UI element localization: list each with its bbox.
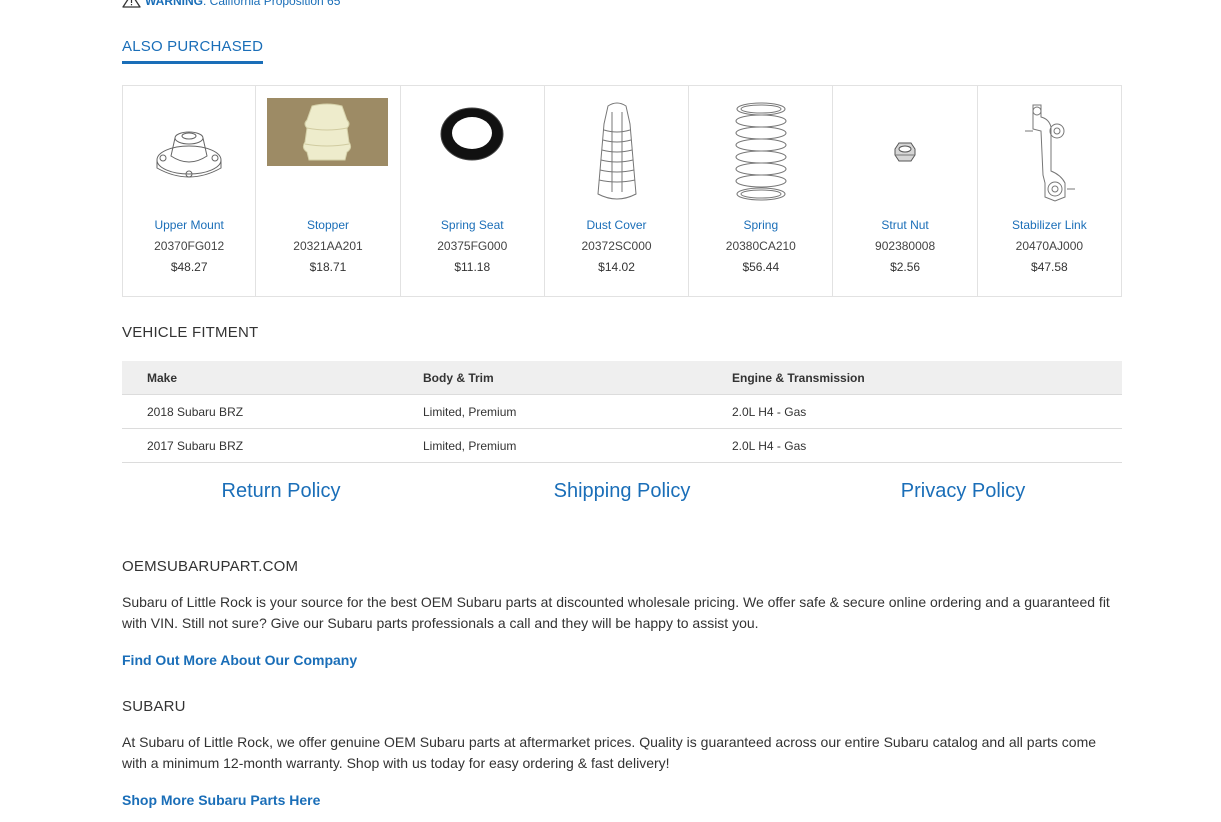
column-header-body-trim: Body & Trim xyxy=(423,361,732,395)
product-price: $56.44 xyxy=(742,260,780,274)
product-price: $48.27 xyxy=(170,260,208,274)
product-price: $47.58 xyxy=(1031,260,1068,274)
fitment-table: Make Body & Trim Engine & Transmission 2… xyxy=(122,361,1122,463)
warning-text[interactable]: : California Proposition 65 xyxy=(203,0,340,8)
about-text: Subaru of Little Rock is your source for… xyxy=(122,594,1110,631)
upper-mount-icon[interactable] xyxy=(123,98,255,206)
cell-body-trim: Limited, Premium xyxy=(423,394,732,429)
policy-links: Return Policy Shipping Policy Privacy Po… xyxy=(122,480,1122,510)
column-header-make: Make xyxy=(122,361,423,395)
product-price: $2.56 xyxy=(890,260,921,274)
privacy-policy-link[interactable]: Privacy Policy xyxy=(901,480,1025,503)
about-heading: OEMSUBARUPART.COM xyxy=(122,558,299,575)
product-price: $11.18 xyxy=(454,260,491,274)
product-price: $14.02 xyxy=(598,260,635,274)
product-name[interactable]: Strut Nut xyxy=(833,218,976,232)
shop-more-link[interactable]: Shop More Subaru Parts Here xyxy=(122,792,320,808)
cell-make: 2018 Subaru BRZ xyxy=(122,394,423,429)
part-number: 20470AJ000 xyxy=(1015,239,1084,253)
also-purchased-list: Upper Mount 20370FG012 $48.27 Stopper 20… xyxy=(122,85,1122,297)
vehicle-fitment-heading: VEHICLE FITMENT xyxy=(122,324,259,341)
product-name[interactable]: Dust Cover xyxy=(545,218,688,232)
product-name[interactable]: Spring Seat xyxy=(401,218,544,232)
product-card[interactable]: Strut Nut 902380008 $2.56 xyxy=(833,86,978,296)
coil-spring-icon[interactable] xyxy=(689,98,832,206)
also-purchased-tab[interactable]: ALSO PURCHASED xyxy=(122,38,264,64)
warning-label: WARNING xyxy=(145,0,203,8)
product-name[interactable]: Spring xyxy=(689,218,832,232)
about-company-link[interactable]: Find Out More About Our Company xyxy=(122,652,357,668)
cell-engine: 2.0L H4 - Gas xyxy=(732,394,1122,429)
product-name[interactable]: Stabilizer Link xyxy=(978,218,1121,232)
product-price: $18.71 xyxy=(309,260,347,274)
cell-body-trim: Limited, Premium xyxy=(423,428,732,463)
part-number: 20372SC000 xyxy=(581,239,652,253)
part-number: 20375FG000 xyxy=(437,239,508,253)
spring-seat-icon[interactable] xyxy=(401,98,544,214)
product-card[interactable]: Spring Seat 20375FG000 $11.18 xyxy=(401,86,545,296)
product-card[interactable]: Upper Mount 20370FG012 $48.27 xyxy=(123,86,257,296)
product-card[interactable]: Stopper 20321AA201 $18.71 xyxy=(256,86,401,296)
return-policy-link[interactable]: Return Policy xyxy=(222,480,341,503)
part-number: 20380CA210 xyxy=(725,239,796,253)
subaru-heading: SUBARU xyxy=(122,698,186,715)
column-header-engine: Engine & Transmission xyxy=(732,361,1122,395)
stabilizer-link-icon[interactable] xyxy=(978,98,1121,206)
table-row: 2018 Subaru BRZ Limited, Premium 2.0L H4… xyxy=(122,394,1122,429)
cell-engine: 2.0L H4 - Gas xyxy=(732,428,1122,463)
dust-cover-icon[interactable] xyxy=(545,98,688,206)
product-card[interactable]: Dust Cover 20372SC000 $14.02 xyxy=(545,86,690,296)
warning-icon xyxy=(122,0,141,12)
table-row: 2017 Subaru BRZ Limited, Premium 2.0L H4… xyxy=(122,428,1122,463)
product-card[interactable]: Spring 20380CA210 $56.44 xyxy=(689,86,834,296)
table-header-row: Make Body & Trim Engine & Transmission xyxy=(122,361,1122,395)
product-name[interactable]: Upper Mount xyxy=(123,218,255,232)
part-number: 902380008 xyxy=(875,239,936,253)
nut-icon[interactable] xyxy=(833,98,976,206)
part-number: 20370FG012 xyxy=(154,239,225,253)
product-card[interactable]: Stabilizer Link 20470AJ000 $47.58 xyxy=(978,86,1121,296)
stopper-photo[interactable] xyxy=(256,98,399,206)
subaru-text: At Subaru of Little Rock, we offer genui… xyxy=(122,734,1097,771)
shipping-policy-link[interactable]: Shipping Policy xyxy=(554,480,691,503)
product-name[interactable]: Stopper xyxy=(256,218,399,232)
part-number: 20321AA201 xyxy=(293,239,363,253)
prop65-warning[interactable]: WARNING: California Proposition 65 xyxy=(122,0,340,12)
cell-make: 2017 Subaru BRZ xyxy=(122,428,423,463)
